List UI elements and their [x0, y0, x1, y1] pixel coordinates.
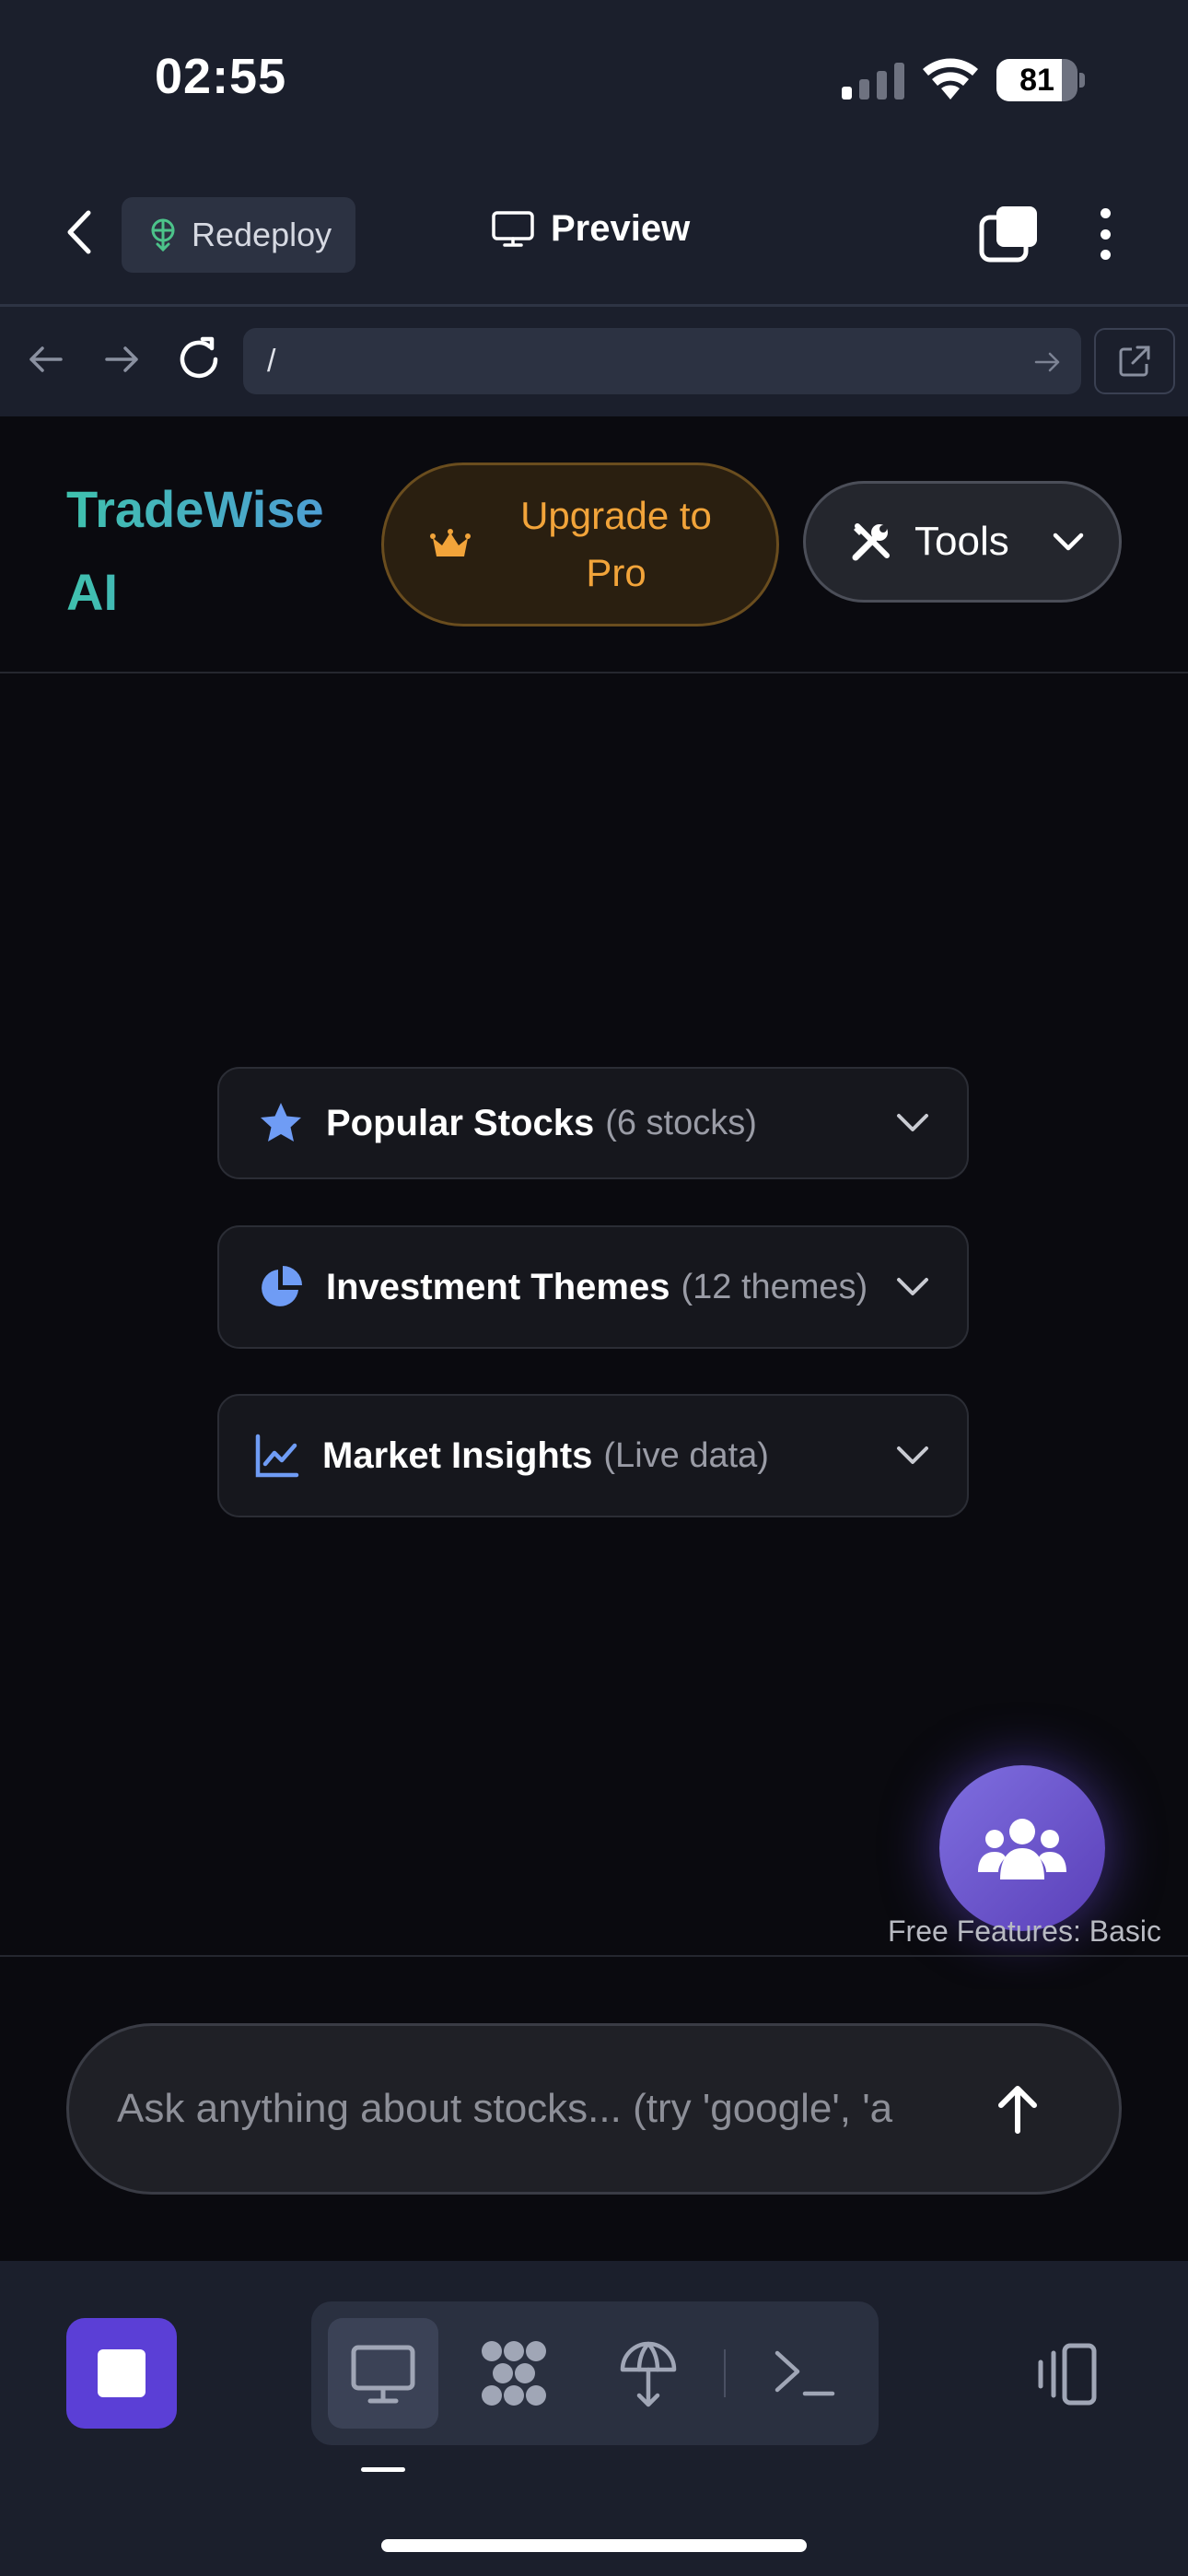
- line-chart-icon: [255, 1434, 299, 1478]
- url-text: /: [267, 343, 276, 379]
- tabs-icon[interactable]: [978, 205, 1039, 263]
- chevron-left-icon: [67, 210, 91, 254]
- deploy-icon[interactable]: [611, 2336, 685, 2410]
- brand-line-2: AI: [66, 563, 118, 621]
- chevron-down-icon: [1053, 533, 1083, 551]
- star-icon: [261, 1103, 301, 1142]
- back-button[interactable]: [55, 205, 101, 260]
- chat-input[interactable]: Ask anything about stocks... (try 'googl…: [66, 2023, 1122, 2195]
- preview-title: Preview: [492, 208, 690, 250]
- upgrade-line-2: Pro: [586, 551, 646, 594]
- reload-icon[interactable]: [175, 335, 223, 383]
- web-footer-divider: [0, 1955, 1188, 1957]
- popular-stocks-section[interactable]: Popular Stocks (6 stocks): [217, 1067, 969, 1179]
- free-features-label: Free Features: Basic: [888, 1914, 1161, 1948]
- open-external-button[interactable]: [1094, 328, 1175, 394]
- home-indicator: [381, 2539, 807, 2552]
- section-subtitle: (12 themes): [681, 1267, 868, 1306]
- workflow-icon[interactable]: [477, 2336, 551, 2410]
- users-icon: [978, 1819, 1066, 1879]
- market-insights-section[interactable]: Market Insights (Live data): [217, 1394, 969, 1517]
- web-header-divider: [0, 672, 1188, 673]
- mode-separator: [724, 2349, 726, 2397]
- tools-dropdown[interactable]: Tools: [803, 481, 1122, 603]
- tools-label: Tools: [914, 519, 1009, 564]
- section-title: Investment Themes: [326, 1266, 670, 1307]
- brand-line-1: TradeWise: [66, 480, 324, 538]
- section-title: Market Insights: [322, 1434, 593, 1476]
- section-subtitle: (6 stocks): [605, 1103, 757, 1142]
- chat-placeholder: Ask anything about stocks... (try 'googl…: [117, 2086, 893, 2131]
- cellular-signal-icon: [842, 63, 904, 100]
- upgrade-label: Upgrade to Pro: [487, 487, 745, 602]
- community-button[interactable]: [939, 1765, 1105, 1931]
- arrow-left-icon[interactable]: [26, 339, 66, 380]
- device-view-icon[interactable]: [1031, 2340, 1100, 2408]
- header-divider: [0, 304, 1188, 307]
- investment-themes-section[interactable]: Investment Themes (12 themes): [217, 1225, 969, 1349]
- section-subtitle: (Live data): [603, 1435, 769, 1475]
- active-mode-indicator: [361, 2467, 405, 2472]
- status-time: 02:55: [155, 49, 287, 104]
- section-title: Popular Stocks: [326, 1102, 595, 1143]
- upgrade-button[interactable]: Upgrade to Pro: [381, 463, 779, 626]
- wifi-icon: [923, 58, 978, 100]
- stop-button[interactable]: [66, 2318, 177, 2429]
- more-options-icon[interactable]: [1083, 205, 1127, 263]
- go-arrow-icon[interactable]: [1033, 348, 1061, 376]
- upgrade-line-1: Upgrade to: [520, 494, 712, 537]
- deploy-icon: [151, 218, 175, 252]
- battery-percent: 81: [1019, 63, 1054, 98]
- redeploy-button[interactable]: Redeploy: [122, 197, 355, 273]
- chevron-down-icon: [897, 1446, 928, 1464]
- terminal-icon[interactable]: [768, 2336, 842, 2410]
- monitor-icon: [492, 210, 534, 247]
- brand-logo[interactable]: TradeWise AI: [66, 468, 352, 634]
- send-arrow-icon[interactable]: [992, 2081, 1043, 2137]
- redeploy-label: Redeploy: [192, 216, 332, 253]
- arrow-right-icon[interactable]: [101, 339, 142, 380]
- crown-icon: [430, 529, 471, 556]
- chevron-down-icon: [897, 1278, 928, 1295]
- url-input[interactable]: /: [243, 328, 1081, 394]
- chevron-down-icon: [897, 1114, 928, 1131]
- stop-icon: [98, 2349, 146, 2397]
- external-link-icon: [1119, 345, 1150, 377]
- pie-chart-icon: [262, 1266, 302, 1306]
- battery-indicator: 81: [996, 59, 1085, 101]
- tools-icon: [852, 523, 890, 561]
- preview-label: Preview: [551, 208, 691, 249]
- monitor-icon[interactable]: [346, 2336, 420, 2410]
